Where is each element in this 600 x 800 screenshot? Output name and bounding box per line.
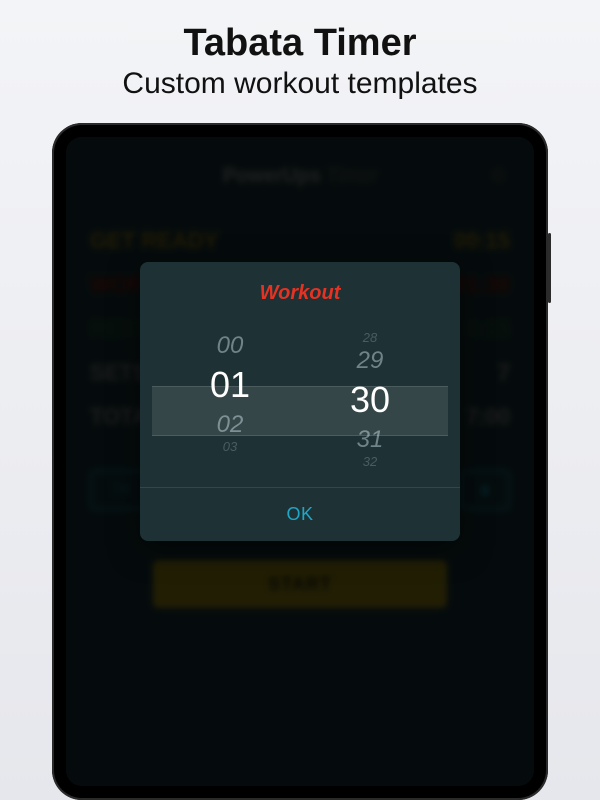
promo-subtitle: Custom workout templates <box>122 67 477 101</box>
wheel-above: 29 <box>357 346 384 376</box>
dialog-title: Workout <box>140 282 460 305</box>
wheel-selected: 01 <box>210 361 250 410</box>
promo-title: Tabata Timer <box>122 22 477 65</box>
wheel-selected: 30 <box>350 376 390 425</box>
second-wheel[interactable]: 28 29 30 31 32 <box>330 331 410 469</box>
dialog-backdrop: Workout 00 01 02 03 28 29 30 31 <box>66 137 534 786</box>
tablet-frame: PowerUps Timer GET READY00:15 WORKOUT01:… <box>52 123 548 800</box>
wheel-far-above: 28 <box>363 331 377 346</box>
minute-wheel[interactable]: 00 01 02 03 <box>190 331 270 469</box>
wheel-far-below: 32 <box>363 455 377 470</box>
device-screen: PowerUps Timer GET READY00:15 WORKOUT01:… <box>66 137 534 786</box>
wheel-above: 00 <box>217 331 244 361</box>
wheel-below: 31 <box>357 425 384 455</box>
wheel-far-below: 03 <box>223 440 237 455</box>
ok-button[interactable]: OK <box>140 488 460 541</box>
wheel-below: 02 <box>217 410 244 440</box>
time-picker-wheels: 00 01 02 03 28 29 30 31 32 <box>140 323 460 479</box>
time-picker-dialog: Workout 00 01 02 03 28 29 30 31 <box>140 262 460 541</box>
